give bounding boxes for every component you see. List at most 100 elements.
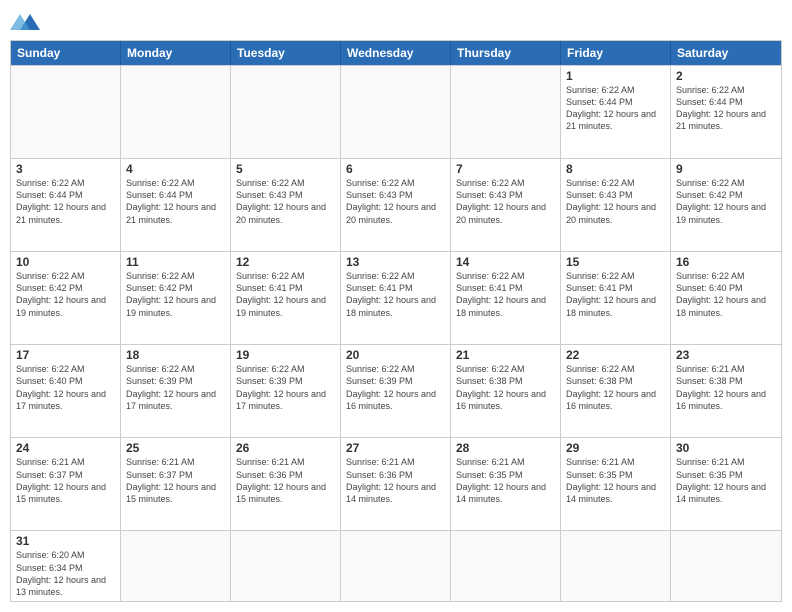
day-number: 5 bbox=[236, 162, 335, 176]
calendar-cell: 4Sunrise: 6:22 AM Sunset: 6:44 PM Daylig… bbox=[121, 159, 231, 251]
calendar-cell bbox=[341, 531, 451, 601]
day-info: Sunrise: 6:22 AM Sunset: 6:44 PM Dayligh… bbox=[16, 177, 115, 226]
day-number: 24 bbox=[16, 441, 115, 455]
day-info: Sunrise: 6:21 AM Sunset: 6:36 PM Dayligh… bbox=[346, 456, 445, 505]
day-of-week-header: Sunday bbox=[11, 41, 121, 65]
calendar-cell: 29Sunrise: 6:21 AM Sunset: 6:35 PM Dayli… bbox=[561, 438, 671, 530]
day-info: Sunrise: 6:22 AM Sunset: 6:43 PM Dayligh… bbox=[566, 177, 665, 226]
calendar-cell: 6Sunrise: 6:22 AM Sunset: 6:43 PM Daylig… bbox=[341, 159, 451, 251]
day-info: Sunrise: 6:22 AM Sunset: 6:42 PM Dayligh… bbox=[676, 177, 776, 226]
day-info: Sunrise: 6:21 AM Sunset: 6:37 PM Dayligh… bbox=[16, 456, 115, 505]
day-number: 31 bbox=[16, 534, 115, 548]
calendar-cell: 26Sunrise: 6:21 AM Sunset: 6:36 PM Dayli… bbox=[231, 438, 341, 530]
day-of-week-header: Saturday bbox=[671, 41, 781, 65]
day-info: Sunrise: 6:21 AM Sunset: 6:38 PM Dayligh… bbox=[676, 363, 776, 412]
calendar-cell: 17Sunrise: 6:22 AM Sunset: 6:40 PM Dayli… bbox=[11, 345, 121, 437]
day-number: 22 bbox=[566, 348, 665, 362]
day-number: 26 bbox=[236, 441, 335, 455]
day-info: Sunrise: 6:22 AM Sunset: 6:41 PM Dayligh… bbox=[346, 270, 445, 319]
day-number: 25 bbox=[126, 441, 225, 455]
calendar-cell: 1Sunrise: 6:22 AM Sunset: 6:44 PM Daylig… bbox=[561, 66, 671, 158]
calendar-cell: 9Sunrise: 6:22 AM Sunset: 6:42 PM Daylig… bbox=[671, 159, 781, 251]
day-info: Sunrise: 6:22 AM Sunset: 6:43 PM Dayligh… bbox=[236, 177, 335, 226]
calendar-cell: 11Sunrise: 6:22 AM Sunset: 6:42 PM Dayli… bbox=[121, 252, 231, 344]
calendar-cell bbox=[561, 531, 671, 601]
day-info: Sunrise: 6:21 AM Sunset: 6:35 PM Dayligh… bbox=[676, 456, 776, 505]
calendar-cell: 21Sunrise: 6:22 AM Sunset: 6:38 PM Dayli… bbox=[451, 345, 561, 437]
calendar-cell: 8Sunrise: 6:22 AM Sunset: 6:43 PM Daylig… bbox=[561, 159, 671, 251]
page: SundayMondayTuesdayWednesdayThursdayFrid… bbox=[0, 0, 792, 612]
day-number: 1 bbox=[566, 69, 665, 83]
calendar-header: SundayMondayTuesdayWednesdayThursdayFrid… bbox=[11, 41, 781, 65]
calendar-cell bbox=[121, 531, 231, 601]
day-info: Sunrise: 6:22 AM Sunset: 6:44 PM Dayligh… bbox=[676, 84, 776, 133]
day-number: 3 bbox=[16, 162, 115, 176]
calendar-cell: 27Sunrise: 6:21 AM Sunset: 6:36 PM Dayli… bbox=[341, 438, 451, 530]
day-number: 12 bbox=[236, 255, 335, 269]
logo-icon bbox=[10, 10, 40, 34]
day-number: 8 bbox=[566, 162, 665, 176]
day-of-week-header: Friday bbox=[561, 41, 671, 65]
day-number: 17 bbox=[16, 348, 115, 362]
calendar-cell bbox=[341, 66, 451, 158]
day-info: Sunrise: 6:22 AM Sunset: 6:44 PM Dayligh… bbox=[126, 177, 225, 226]
day-number: 11 bbox=[126, 255, 225, 269]
calendar-cell: 31Sunrise: 6:20 AM Sunset: 6:34 PM Dayli… bbox=[11, 531, 121, 601]
calendar-cell: 10Sunrise: 6:22 AM Sunset: 6:42 PM Dayli… bbox=[11, 252, 121, 344]
calendar-cell bbox=[231, 531, 341, 601]
calendar-cell: 15Sunrise: 6:22 AM Sunset: 6:41 PM Dayli… bbox=[561, 252, 671, 344]
calendar-cell: 18Sunrise: 6:22 AM Sunset: 6:39 PM Dayli… bbox=[121, 345, 231, 437]
calendar-cell: 7Sunrise: 6:22 AM Sunset: 6:43 PM Daylig… bbox=[451, 159, 561, 251]
calendar-cell bbox=[121, 66, 231, 158]
calendar-cell bbox=[11, 66, 121, 158]
calendar-cell bbox=[671, 531, 781, 601]
day-number: 15 bbox=[566, 255, 665, 269]
day-number: 13 bbox=[346, 255, 445, 269]
day-number: 28 bbox=[456, 441, 555, 455]
day-info: Sunrise: 6:22 AM Sunset: 6:40 PM Dayligh… bbox=[16, 363, 115, 412]
calendar-cell: 23Sunrise: 6:21 AM Sunset: 6:38 PM Dayli… bbox=[671, 345, 781, 437]
day-info: Sunrise: 6:22 AM Sunset: 6:41 PM Dayligh… bbox=[456, 270, 555, 319]
calendar-cell: 3Sunrise: 6:22 AM Sunset: 6:44 PM Daylig… bbox=[11, 159, 121, 251]
calendar-body: 1Sunrise: 6:22 AM Sunset: 6:44 PM Daylig… bbox=[11, 65, 781, 601]
calendar-cell: 5Sunrise: 6:22 AM Sunset: 6:43 PM Daylig… bbox=[231, 159, 341, 251]
calendar-cell bbox=[231, 66, 341, 158]
calendar-row: 17Sunrise: 6:22 AM Sunset: 6:40 PM Dayli… bbox=[11, 344, 781, 437]
calendar-row: 10Sunrise: 6:22 AM Sunset: 6:42 PM Dayli… bbox=[11, 251, 781, 344]
calendar-cell: 25Sunrise: 6:21 AM Sunset: 6:37 PM Dayli… bbox=[121, 438, 231, 530]
day-info: Sunrise: 6:22 AM Sunset: 6:41 PM Dayligh… bbox=[566, 270, 665, 319]
day-number: 29 bbox=[566, 441, 665, 455]
day-number: 6 bbox=[346, 162, 445, 176]
calendar-cell bbox=[451, 531, 561, 601]
day-number: 18 bbox=[126, 348, 225, 362]
day-info: Sunrise: 6:22 AM Sunset: 6:40 PM Dayligh… bbox=[676, 270, 776, 319]
calendar-cell: 2Sunrise: 6:22 AM Sunset: 6:44 PM Daylig… bbox=[671, 66, 781, 158]
calendar-cell: 28Sunrise: 6:21 AM Sunset: 6:35 PM Dayli… bbox=[451, 438, 561, 530]
day-of-week-header: Monday bbox=[121, 41, 231, 65]
day-info: Sunrise: 6:22 AM Sunset: 6:39 PM Dayligh… bbox=[126, 363, 225, 412]
calendar-cell: 16Sunrise: 6:22 AM Sunset: 6:40 PM Dayli… bbox=[671, 252, 781, 344]
day-number: 19 bbox=[236, 348, 335, 362]
logo bbox=[10, 10, 44, 34]
calendar-cell: 14Sunrise: 6:22 AM Sunset: 6:41 PM Dayli… bbox=[451, 252, 561, 344]
day-info: Sunrise: 6:21 AM Sunset: 6:35 PM Dayligh… bbox=[566, 456, 665, 505]
calendar-cell: 13Sunrise: 6:22 AM Sunset: 6:41 PM Dayli… bbox=[341, 252, 451, 344]
day-number: 20 bbox=[346, 348, 445, 362]
calendar-cell: 30Sunrise: 6:21 AM Sunset: 6:35 PM Dayli… bbox=[671, 438, 781, 530]
day-of-week-header: Thursday bbox=[451, 41, 561, 65]
day-number: 9 bbox=[676, 162, 776, 176]
calendar-cell: 24Sunrise: 6:21 AM Sunset: 6:37 PM Dayli… bbox=[11, 438, 121, 530]
day-number: 4 bbox=[126, 162, 225, 176]
calendar-cell: 20Sunrise: 6:22 AM Sunset: 6:39 PM Dayli… bbox=[341, 345, 451, 437]
day-info: Sunrise: 6:22 AM Sunset: 6:41 PM Dayligh… bbox=[236, 270, 335, 319]
day-number: 14 bbox=[456, 255, 555, 269]
day-info: Sunrise: 6:22 AM Sunset: 6:38 PM Dayligh… bbox=[456, 363, 555, 412]
day-of-week-header: Wednesday bbox=[341, 41, 451, 65]
day-info: Sunrise: 6:22 AM Sunset: 6:39 PM Dayligh… bbox=[346, 363, 445, 412]
header bbox=[10, 10, 782, 34]
day-info: Sunrise: 6:21 AM Sunset: 6:36 PM Dayligh… bbox=[236, 456, 335, 505]
day-info: Sunrise: 6:22 AM Sunset: 6:44 PM Dayligh… bbox=[566, 84, 665, 133]
calendar-row: 1Sunrise: 6:22 AM Sunset: 6:44 PM Daylig… bbox=[11, 65, 781, 158]
day-info: Sunrise: 6:21 AM Sunset: 6:37 PM Dayligh… bbox=[126, 456, 225, 505]
day-number: 27 bbox=[346, 441, 445, 455]
